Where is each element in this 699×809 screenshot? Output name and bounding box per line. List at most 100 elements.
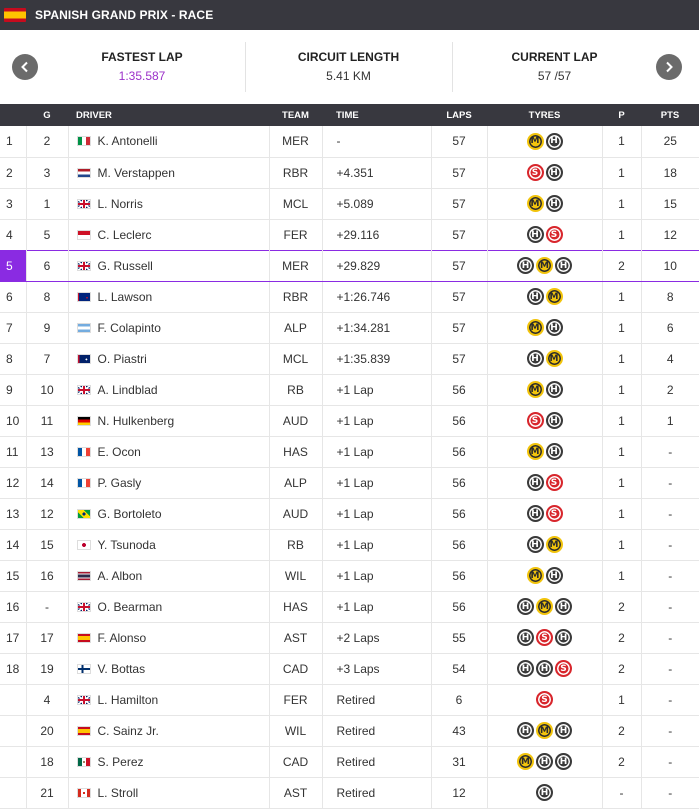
driver-name[interactable]: L. Norris (98, 197, 143, 211)
grid-cell: 10 (25, 374, 68, 405)
driver-name[interactable]: E. Ocon (98, 445, 141, 459)
time-cell: +1:34.281 (321, 312, 431, 343)
points-cell: - (640, 560, 699, 591)
driver-name[interactable]: A. Lindblad (98, 383, 158, 397)
table-row[interactable]: 16- O. Bearman HAS +1 Lap 56 H M H 2- (0, 591, 699, 622)
pits-cell: 2 (601, 715, 641, 746)
pits-cell: 1 (601, 157, 641, 188)
team-cell: AST (268, 622, 322, 653)
hard-tyre-icon: H (526, 226, 544, 243)
driver-name[interactable]: F. Colapinto (98, 321, 161, 335)
time-cell: +3 Laps (321, 653, 431, 684)
position-cell: 15 (6, 568, 20, 583)
points-cell: - (640, 467, 699, 498)
table-row[interactable]: 8 7 O. Piastri MCL +1:35.839 57 H M 1 4 (0, 343, 699, 374)
next-button[interactable] (656, 54, 682, 80)
grid-cell: 3 (25, 157, 68, 188)
table-row[interactable]: 21 L. Stroll AST Retired 12 H - - (0, 777, 699, 808)
table-row[interactable]: 4 L. Hamilton FER Retired 6 S 1- (0, 684, 699, 715)
table-row[interactable]: 7 9 F. Colapinto ALP +1:34.281 57 M H 1 6 (0, 312, 699, 343)
table-row[interactable]: 13 12 G. Bortoleto AUD +1 Lap 56 H S 1- (0, 498, 699, 529)
previous-button[interactable] (12, 54, 38, 80)
table-row[interactable]: 10 11 N. Hulkenberg AUD +1 Lap 56 S H 1 1 (0, 405, 699, 436)
driver-name[interactable]: V. Bottas (98, 662, 146, 676)
race-summary: FASTEST LAP 1:35.587 CIRCUIT LENGTH 5.41… (0, 30, 699, 104)
time-cell: +1 Lap (321, 405, 431, 436)
pits-cell: 1 (601, 312, 641, 343)
table-row[interactable]: 11 13 E. Ocon HAS +1 Lap 56 M H 1- (0, 436, 699, 467)
table-row[interactable]: 18 19 V. Bottas CAD +3 Laps 54 H H S 2- (0, 653, 699, 684)
soft-tyre-icon: S (536, 691, 553, 708)
table-row[interactable]: 15 16 A. Albon WIL +1 Lap 56 M H 1- (0, 560, 699, 591)
driver-name[interactable]: O. Bearman (98, 600, 163, 614)
driver-name[interactable]: P. Gasly (98, 476, 142, 490)
hard-tyre-icon: H (517, 722, 534, 739)
tyres-cell: HMH (486, 249, 602, 282)
team-cell: CAD (268, 653, 322, 684)
table-row[interactable]: 5 6 G. Russell MER +29.829 57 H M H 2 10 (0, 249, 699, 282)
driver-name[interactable]: O. Piastri (98, 352, 147, 366)
points-cell: 25 (640, 126, 699, 157)
points-cell: - (640, 436, 699, 467)
driver-name[interactable]: G. Bortoleto (98, 507, 162, 521)
hard-tyre-icon: H (545, 164, 563, 181)
table-row[interactable]: 18 S. Perez CAD Retired 31 M H H 2- (0, 746, 699, 777)
table-row[interactable]: 9 10 A. Lindblad RB +1 Lap 56 M H 1 2 (0, 374, 699, 405)
current-lap-label: CURRENT LAP (511, 50, 598, 64)
time-cell: +1 Lap (321, 560, 431, 591)
time-cell: +1 Lap (321, 436, 431, 467)
driver-name[interactable]: C. Sainz Jr. (98, 724, 159, 738)
driver-name[interactable]: K. Antonelli (98, 134, 158, 148)
driver-name[interactable]: S. Perez (98, 755, 144, 769)
driver-name[interactable]: G. Russell (98, 259, 153, 273)
driver-name[interactable]: L. Lawson (98, 290, 153, 304)
table-row[interactable]: 3 1 L. Norris MCL +5.089 57 M H 1 15 (0, 188, 699, 219)
driver-name[interactable]: L. Hamilton (98, 693, 159, 707)
italy-flag-icon (76, 136, 91, 147)
laps-cell: 57 (430, 188, 487, 219)
col-pts: PTS (660, 109, 680, 121)
uk-flag-icon (76, 260, 91, 271)
driver-cell: P. Gasly (67, 467, 269, 498)
position-cell (0, 777, 26, 808)
table-row[interactable]: 4 5 C. Leclerc FER +29.116 57 H S 1 12 (0, 219, 699, 250)
table-row[interactable]: 14 15 Y. Tsunoda RB +1 Lap 56 H M 1- (0, 529, 699, 560)
laps-cell: 56 (430, 436, 487, 467)
driver-name[interactable]: C. Leclerc (98, 228, 152, 242)
table-row[interactable]: 6 8 L. Lawson RBR +1:26.746 57 H M 1 8 (0, 281, 699, 312)
driver-cell: C. Leclerc (67, 219, 269, 250)
hard-tyre-icon: H (526, 288, 544, 305)
tyres-cell: MH (486, 126, 602, 157)
tyres-cell: HSH (486, 622, 602, 653)
team-cell: CAD (268, 746, 322, 777)
col-driver: DRIVER (76, 109, 112, 121)
driver-name[interactable]: M. Verstappen (98, 166, 175, 180)
pits-cell: - (601, 777, 641, 808)
medium-tyre-icon: M (526, 132, 544, 150)
driver-name[interactable]: Y. Tsunoda (98, 538, 156, 552)
tyres-cell: MHH (486, 746, 602, 777)
table-row[interactable]: 20 C. Sainz Jr. WIL Retired 43 H M H 2- (0, 715, 699, 746)
points-cell: - (640, 715, 699, 746)
points-cell: 8 (640, 281, 699, 312)
team-cell: RB (268, 374, 322, 405)
driver-name[interactable]: A. Albon (98, 569, 143, 583)
driver-cell: L. Hamilton (67, 684, 269, 715)
driver-cell: L. Lawson (67, 281, 269, 312)
hard-tyre-icon: H (555, 722, 572, 739)
medium-tyre-icon: M (526, 195, 544, 212)
table-row[interactable]: 1 2 K. Antonelli MER -57 M H 1 25 (0, 126, 699, 157)
driver-name[interactable]: F. Alonso (98, 631, 147, 645)
driver-name[interactable]: L. Stroll (98, 786, 139, 800)
driver-name[interactable]: N. Hulkenberg (98, 414, 175, 428)
table-row[interactable]: 17 17 F. Alonso AST +2 Laps 55 H S H 2- (0, 622, 699, 653)
time-cell: +1 Lap (321, 498, 431, 529)
table-row[interactable]: 2 3 M. Verstappen RBR +4.351 57 S H 1 18 (0, 157, 699, 188)
grid-cell: 4 (25, 684, 68, 715)
driver-cell: L. Stroll (67, 777, 269, 808)
table-row[interactable]: 12 14 P. Gasly ALP +1 Lap 56 H S 1- (0, 467, 699, 498)
grid-cell: 21 (25, 777, 68, 808)
uk-flag-icon (76, 601, 91, 612)
grid-cell: - (25, 591, 68, 622)
pits-cell: 2 (601, 746, 641, 777)
